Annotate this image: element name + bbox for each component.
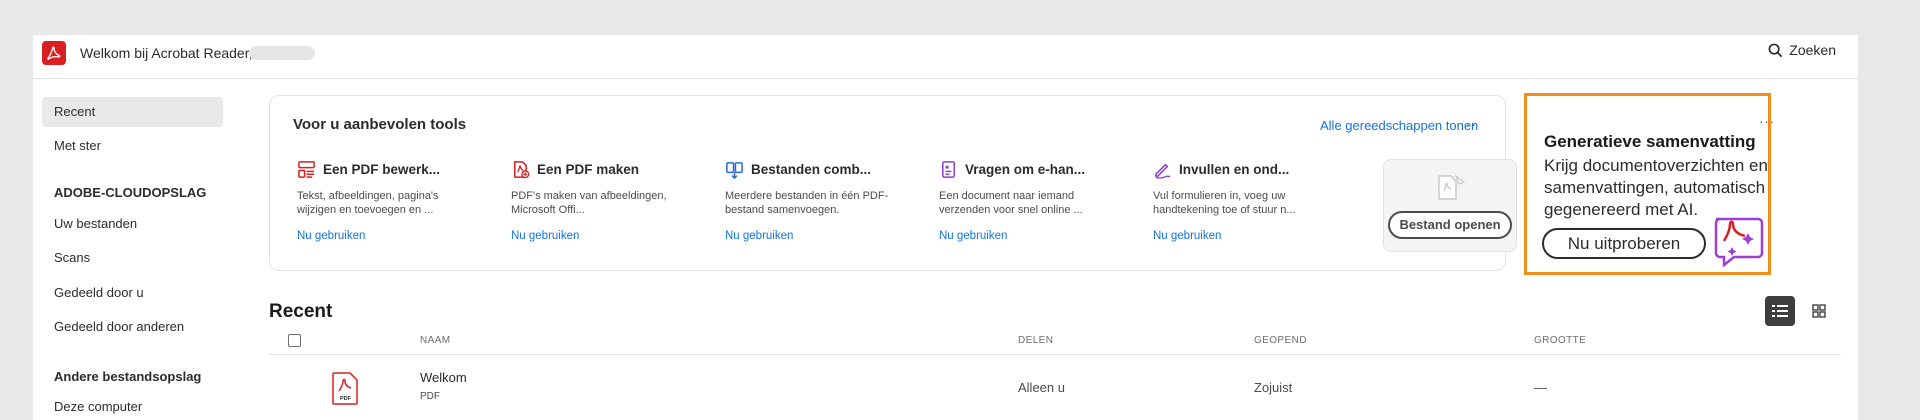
list-view-button[interactable] bbox=[1765, 296, 1795, 326]
open-file-button[interactable]: Bestand openen bbox=[1388, 211, 1512, 239]
promo-title: Generatieve samenvatting bbox=[1544, 132, 1756, 151]
ai-assistant-icon bbox=[1714, 217, 1764, 267]
tool-description: PDF's maken van afbeeldingen, Microsoft … bbox=[511, 190, 667, 216]
sidebar-item-starred[interactable]: Met ster bbox=[42, 131, 223, 161]
tool-request-esign[interactable]: Vragen om e-han... Een document naar iem… bbox=[939, 158, 1129, 242]
file-share-status: Alleen u bbox=[1018, 380, 1065, 395]
column-header-name[interactable]: NAAM bbox=[420, 335, 451, 346]
tool-title: Bestanden comb... bbox=[751, 161, 872, 177]
welcome-title: Welkom bij Acrobat Reader, bbox=[80, 45, 253, 61]
table-row[interactable]: PDF Welkom PDF Alleen u Zojuist — bbox=[269, 356, 1841, 420]
tool-combine-files[interactable]: Bestanden comb... Meerdere bestanden in … bbox=[725, 158, 915, 243]
recommended-tools-card: Voor u aanbevolen tools Alle gereedschap… bbox=[269, 95, 1517, 271]
tool-use-now-link[interactable]: Nu gebruiken bbox=[511, 230, 701, 242]
create-pdf-icon bbox=[514, 160, 530, 178]
search-button[interactable]: Zoeken bbox=[1768, 42, 1836, 58]
request-esign-icon bbox=[942, 160, 955, 178]
promo-more-button[interactable]: ··· bbox=[1759, 114, 1775, 129]
redacted-user-name bbox=[249, 46, 315, 60]
tool-title: Invullen en ond... bbox=[1179, 161, 1290, 177]
column-header-opened[interactable]: GEOPEND bbox=[1254, 335, 1307, 346]
edit-pdf-icon bbox=[298, 160, 315, 178]
grid-view-icon bbox=[1812, 304, 1826, 318]
tool-use-now-link[interactable]: Nu gebruiken bbox=[297, 230, 487, 242]
tool-title: Een PDF bewerk... bbox=[323, 161, 441, 177]
sidebar-item-shared-by-you[interactable]: Gedeeld door u bbox=[42, 278, 223, 308]
search-icon bbox=[1768, 43, 1783, 57]
tool-create-pdf[interactable]: Een PDF maken PDF's maken van afbeelding… bbox=[511, 158, 701, 242]
sidebar-item-your-files[interactable]: Uw bestanden bbox=[42, 209, 223, 239]
pdf-file-icon-label: PDF bbox=[340, 396, 352, 402]
tool-title: Vragen om e-han... bbox=[965, 161, 1086, 177]
tool-description: Vul formulieren in, voeg uw handtekening… bbox=[1153, 190, 1296, 216]
tool-title: Een PDF maken bbox=[537, 161, 640, 177]
try-now-button[interactable]: Nu uitproberen bbox=[1542, 228, 1706, 259]
list-view-icon bbox=[1772, 305, 1788, 317]
acrobat-window: Welkom bij Acrobat Reader, Zoeken Recent… bbox=[33, 35, 1858, 420]
open-file-icon bbox=[1438, 174, 1466, 200]
recent-table-header: NAAM DELEN GEOPEND GROOTTE bbox=[269, 325, 1841, 355]
pdf-file-icon: PDF bbox=[332, 372, 358, 405]
file-size: — bbox=[1534, 380, 1547, 395]
sidebar: Recent Met ster ADOBE-CLOUDOPSLAG Uw bes… bbox=[33, 79, 263, 420]
tool-edit-pdf[interactable]: Een PDF bewerk... Tekst, afbeeldingen, p… bbox=[297, 158, 487, 242]
top-bar: Welkom bij Acrobat Reader, Zoeken bbox=[33, 35, 1858, 79]
sidebar-item-recent[interactable]: Recent bbox=[42, 97, 223, 127]
sidebar-section-cloud: ADOBE-CLOUDOPSLAG bbox=[54, 185, 207, 200]
combine-files-icon bbox=[726, 161, 743, 179]
sidebar-item-scans[interactable]: Scans bbox=[42, 243, 223, 273]
search-label: Zoeken bbox=[1789, 42, 1836, 58]
tool-use-now-link[interactable]: Nu gebruiken bbox=[939, 230, 1129, 242]
column-header-share[interactable]: DELEN bbox=[1018, 335, 1053, 346]
open-file-tile[interactable]: Bestand openen bbox=[1383, 159, 1517, 252]
select-all-checkbox[interactable] bbox=[288, 334, 301, 347]
acrobat-logo-icon bbox=[42, 41, 66, 65]
sidebar-item-shared-by-others[interactable]: Gedeeld door anderen bbox=[42, 312, 223, 342]
tools-more-button[interactable]: ··· bbox=[1460, 116, 1477, 132]
sidebar-section-other-storage: Andere bestandsopslag bbox=[54, 369, 202, 384]
file-name[interactable]: Welkom bbox=[420, 370, 467, 385]
tool-use-now-link[interactable]: Nu gebruiken bbox=[725, 230, 915, 242]
tool-description: Meerdere bestanden in één PDF-bestand sa… bbox=[725, 190, 889, 216]
generative-summary-promo: ··· Generatieve samenvatting Krijg docum… bbox=[1524, 93, 1774, 275]
sidebar-item-this-computer[interactable]: Deze computer bbox=[42, 392, 223, 420]
column-header-size[interactable]: GROOTTE bbox=[1534, 335, 1586, 346]
tools-title: Voor u aanbevolen tools bbox=[293, 116, 467, 133]
tool-description: Tekst, afbeeldingen, pagina's wijzigen e… bbox=[297, 190, 439, 216]
file-opened-time: Zojuist bbox=[1254, 380, 1293, 395]
grid-view-button[interactable] bbox=[1804, 296, 1834, 326]
recent-heading: Recent bbox=[269, 301, 333, 322]
tool-description: Een document naar iemand verzenden voor … bbox=[939, 190, 1083, 216]
tool-fill-sign[interactable]: Invullen en ond... Vul formulieren in, v… bbox=[1153, 158, 1343, 243]
tool-use-now-link[interactable]: Nu gebruiken bbox=[1153, 230, 1343, 242]
all-tools-link[interactable]: Alle gereedschappen tonen bbox=[1320, 118, 1478, 133]
fill-sign-icon bbox=[1155, 163, 1171, 179]
file-type: PDF bbox=[420, 391, 440, 402]
